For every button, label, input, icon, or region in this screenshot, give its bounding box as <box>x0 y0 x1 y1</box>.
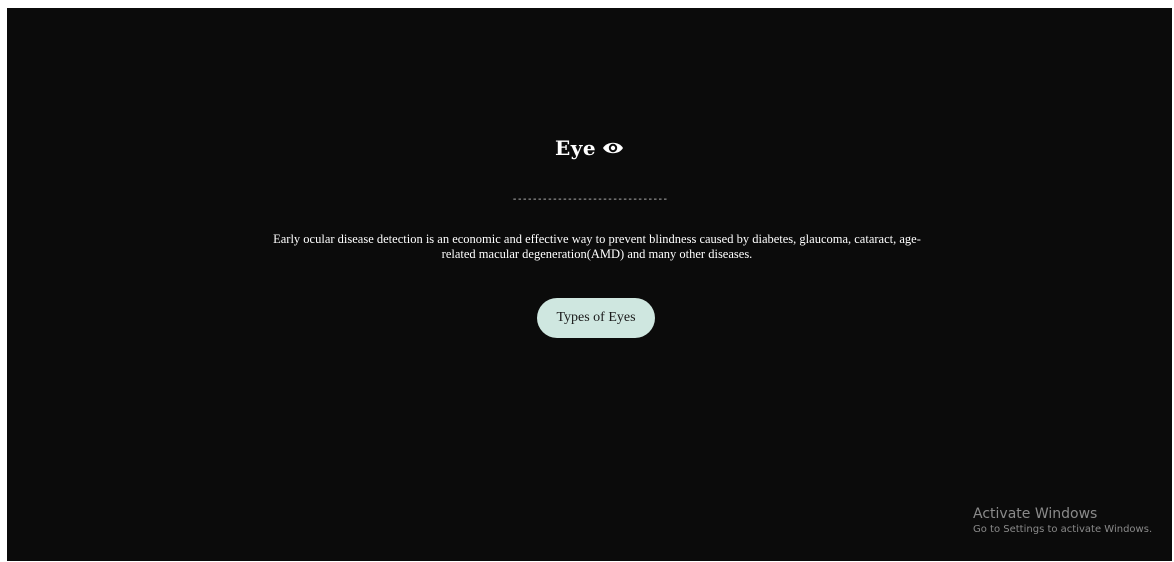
eye-icon <box>602 139 624 157</box>
watermark-subtitle: Go to Settings to activate Windows. <box>973 524 1153 535</box>
page-title: Eye <box>554 136 597 160</box>
section-divider: ------------------------------- <box>511 194 669 205</box>
page-header: Eye <box>7 136 1172 160</box>
window-top-edge <box>0 0 1174 8</box>
types-of-eyes-button[interactable]: Types of Eyes <box>537 298 655 338</box>
watermark-title: Activate Windows <box>973 506 1098 522</box>
page-canvas: Eye ------------------------------- Earl… <box>7 8 1172 561</box>
intro-description: Early ocular disease detection is an eco… <box>273 232 921 261</box>
activate-windows-watermark: Activate Windows Go to Settings to activ… <box>973 505 1152 537</box>
